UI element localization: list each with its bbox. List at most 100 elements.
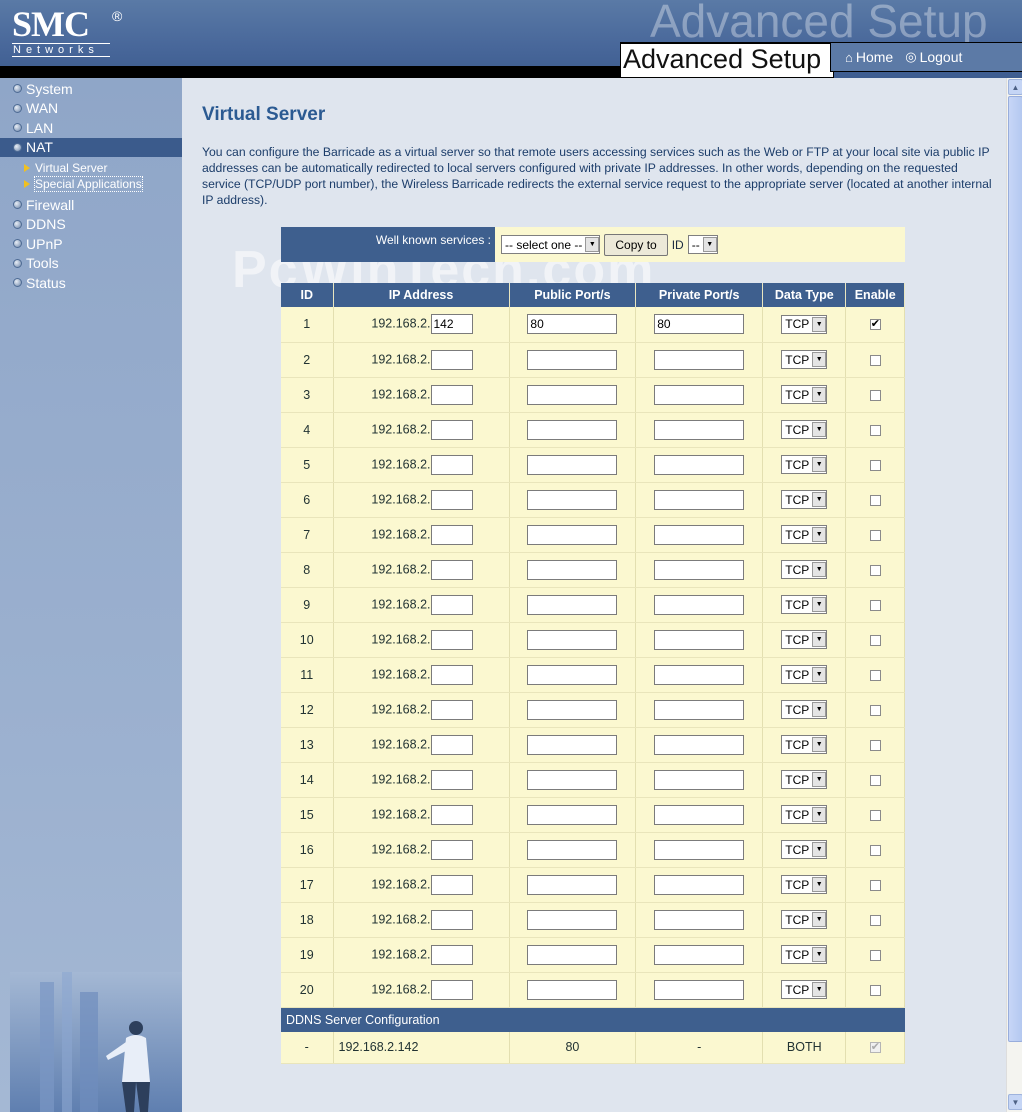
ip-last-octet-input[interactable]	[430, 909, 473, 930]
ip-last-octet-input[interactable]	[430, 419, 473, 440]
private-port-input[interactable]	[654, 734, 745, 755]
private-port-input[interactable]	[654, 804, 745, 825]
public-port-input[interactable]	[527, 979, 618, 1000]
data-type-select[interactable]: TCP ▼	[781, 910, 828, 929]
enable-checkbox[interactable]	[869, 354, 881, 366]
home-link[interactable]: ⌂ Home	[845, 49, 893, 65]
data-type-select[interactable]: TCP ▼	[781, 560, 828, 579]
sidebar-subitem-virtual-server[interactable]: Virtual Server	[0, 160, 182, 176]
scroll-up-icon[interactable]: ▲	[1008, 79, 1022, 95]
private-port-input[interactable]	[654, 699, 745, 720]
ip-last-octet-input[interactable]	[430, 734, 473, 755]
private-port-input[interactable]	[654, 979, 745, 1000]
enable-checkbox[interactable]	[869, 424, 881, 436]
private-port-input[interactable]	[654, 594, 745, 615]
enable-checkbox[interactable]	[869, 774, 881, 786]
data-type-select[interactable]: TCP ▼	[781, 945, 828, 964]
ip-last-octet-input[interactable]	[430, 699, 473, 720]
public-port-input[interactable]	[527, 524, 618, 545]
private-port-input[interactable]	[654, 454, 745, 475]
private-port-input[interactable]	[654, 384, 745, 405]
public-port-input[interactable]	[527, 454, 618, 475]
sidebar-item-system[interactable]: System	[0, 79, 182, 99]
sidebar-item-tools[interactable]: Tools	[0, 254, 182, 274]
enable-checkbox[interactable]	[869, 389, 881, 401]
data-type-select[interactable]: TCP ▼	[781, 805, 828, 824]
scroll-down-icon[interactable]: ▼	[1008, 1094, 1022, 1110]
public-port-input[interactable]	[527, 769, 618, 790]
enable-checkbox[interactable]	[869, 634, 881, 646]
public-port-input[interactable]	[527, 664, 618, 685]
logout-link[interactable]: ◎ Logout	[905, 49, 962, 65]
private-port-input[interactable]	[654, 769, 745, 790]
sidebar-item-wan[interactable]: WAN	[0, 99, 182, 119]
data-type-select[interactable]: TCP ▼	[781, 665, 828, 684]
enable-checkbox[interactable]	[869, 914, 881, 926]
public-port-input[interactable]	[527, 944, 618, 965]
public-port-input[interactable]	[527, 839, 618, 860]
data-type-select[interactable]: TCP ▼	[781, 770, 828, 789]
public-port-input[interactable]	[527, 384, 618, 405]
enable-checkbox[interactable]	[869, 459, 881, 471]
enable-checkbox[interactable]	[869, 494, 881, 506]
public-port-input[interactable]	[527, 559, 618, 580]
enable-checkbox[interactable]	[869, 949, 881, 961]
data-type-select[interactable]: TCP ▼	[781, 595, 828, 614]
sidebar-item-upnp[interactable]: UPnP	[0, 234, 182, 254]
sidebar-subitem-special-applications[interactable]: Special Applications	[0, 176, 182, 192]
data-type-select[interactable]: TCP ▼	[781, 314, 828, 334]
enable-checkbox[interactable]	[869, 879, 881, 891]
enable-checkbox[interactable]	[869, 809, 881, 821]
public-port-input[interactable]	[527, 699, 618, 720]
private-port-input[interactable]	[654, 349, 745, 370]
enable-checkbox[interactable]	[869, 739, 881, 751]
enable-checkbox[interactable]	[869, 704, 881, 716]
ip-last-octet-input[interactable]	[430, 314, 473, 335]
enable-checkbox[interactable]	[869, 984, 881, 996]
copy-to-button[interactable]: Copy to	[604, 233, 668, 256]
ip-last-octet-input[interactable]	[430, 559, 473, 580]
ip-last-octet-input[interactable]	[430, 349, 473, 370]
ip-last-octet-input[interactable]	[430, 944, 473, 965]
public-port-input[interactable]	[527, 804, 618, 825]
sidebar-item-firewall[interactable]: Firewall	[0, 195, 182, 215]
private-port-input[interactable]	[654, 314, 745, 335]
ip-last-octet-input[interactable]	[430, 874, 473, 895]
enable-checkbox[interactable]	[869, 599, 881, 611]
ip-last-octet-input[interactable]	[430, 979, 473, 1000]
enable-checkbox[interactable]	[869, 844, 881, 856]
enable-checkbox[interactable]	[869, 529, 881, 541]
data-type-select[interactable]: TCP ▼	[781, 490, 828, 509]
ip-last-octet-input[interactable]	[430, 384, 473, 405]
enable-checkbox[interactable]	[869, 317, 881, 331]
id-select[interactable]: -- ▼	[687, 235, 718, 254]
private-port-input[interactable]	[654, 944, 745, 965]
public-port-input[interactable]	[527, 594, 618, 615]
data-type-select[interactable]: TCP ▼	[781, 630, 828, 649]
ip-last-octet-input[interactable]	[430, 629, 473, 650]
vertical-scrollbar[interactable]: ▲ ▼	[1006, 78, 1022, 1112]
sidebar-item-nat[interactable]: NAT	[0, 137, 182, 157]
data-type-select[interactable]: TCP ▼	[781, 350, 828, 369]
public-port-input[interactable]	[527, 909, 618, 930]
data-type-select[interactable]: TCP ▼	[781, 875, 828, 894]
ip-last-octet-input[interactable]	[430, 489, 473, 510]
public-port-input[interactable]	[527, 874, 618, 895]
ip-last-octet-input[interactable]	[430, 804, 473, 825]
scrollbar-thumb[interactable]	[1008, 96, 1022, 1042]
private-port-input[interactable]	[654, 559, 745, 580]
data-type-select[interactable]: TCP ▼	[781, 455, 828, 474]
enable-checkbox[interactable]	[869, 669, 881, 681]
private-port-input[interactable]	[654, 839, 745, 860]
service-select[interactable]: -- select one -- ▼	[501, 235, 601, 254]
ip-last-octet-input[interactable]	[430, 664, 473, 685]
public-port-input[interactable]	[527, 629, 618, 650]
data-type-select[interactable]: TCP ▼	[781, 525, 828, 544]
private-port-input[interactable]	[654, 419, 745, 440]
data-type-select[interactable]: TCP ▼	[781, 420, 828, 439]
private-port-input[interactable]	[654, 664, 745, 685]
enable-checkbox[interactable]	[869, 564, 881, 576]
data-type-select[interactable]: TCP ▼	[781, 840, 828, 859]
ip-last-octet-input[interactable]	[430, 839, 473, 860]
private-port-input[interactable]	[654, 909, 745, 930]
